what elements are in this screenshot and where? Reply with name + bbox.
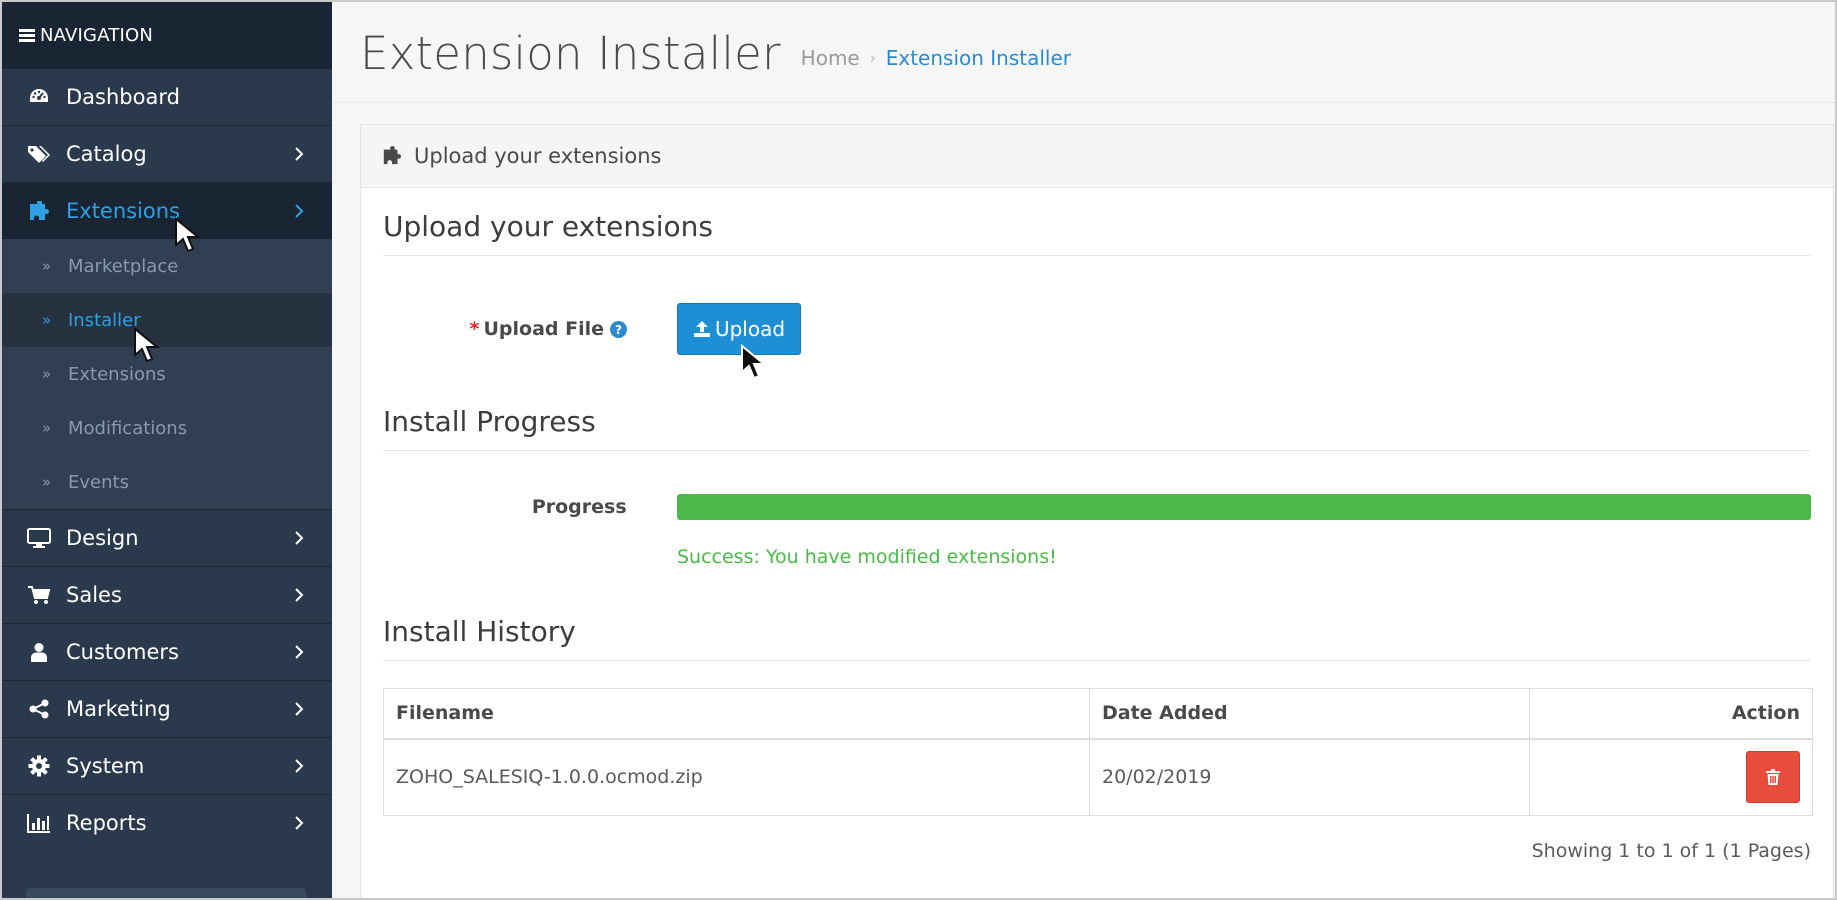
- monitor-icon: [26, 527, 52, 549]
- gear-icon: [26, 755, 52, 777]
- chevron-right-icon: [291, 701, 307, 717]
- sidebar-item-reports[interactable]: Reports: [2, 794, 332, 851]
- upload-legend: Upload your extensions: [383, 210, 1811, 256]
- chevron-right-icon: [291, 758, 307, 774]
- sidebar-subitem-label: Marketplace: [68, 255, 179, 277]
- sidebar-subitem-installer[interactable]: » Installer: [2, 293, 332, 347]
- sidebar-footer: [26, 888, 306, 898]
- progress-bar: [676, 494, 1811, 520]
- sidebar-subitem-marketplace[interactable]: » Marketplace: [2, 239, 332, 293]
- sidebar-subitem-extensions[interactable]: » Extensions: [2, 347, 332, 401]
- double-chevron-icon: »: [42, 365, 52, 383]
- sidebar-subitem-events[interactable]: » Events: [2, 455, 332, 509]
- progress-legend: Install Progress: [383, 405, 1811, 451]
- cell-date-added: 20/02/2019: [1089, 738, 1530, 816]
- double-chevron-icon: »: [42, 473, 52, 491]
- sidebar-subitem-label: Installer: [68, 309, 141, 331]
- sidebar-item-label: Marketing: [66, 697, 171, 721]
- double-chevron-icon: »: [42, 311, 52, 329]
- breadcrumb-separator: ›: [869, 49, 876, 67]
- panel-body: Upload your extensions * Upload File? Upl…: [361, 188, 1833, 862]
- sidebar-item-label: Design: [66, 526, 139, 550]
- sidebar-subitem-label: Extensions: [68, 363, 166, 385]
- nav-header[interactable]: NAVIGATION: [2, 2, 332, 68]
- sidebar-item-label: Dashboard: [66, 85, 180, 109]
- double-chevron-icon: »: [42, 257, 52, 275]
- trash-icon: [1766, 769, 1780, 786]
- history-table: Filename Date Added Action ZOHO_SALESIQ-…: [383, 688, 1813, 816]
- upload-file-label: * Upload File?: [383, 318, 633, 340]
- chevron-right-icon: [291, 587, 307, 603]
- cell-filename: ZOHO_SALESIQ-1.0.0.ocmod.zip: [383, 738, 1090, 816]
- puzzle-icon: [382, 146, 402, 166]
- cart-icon: [26, 584, 52, 606]
- chevron-right-icon: [291, 530, 307, 546]
- sidebar-item-marketing[interactable]: Marketing: [2, 680, 332, 737]
- sidebar-item-label: Extensions: [66, 199, 181, 223]
- puzzle-icon: [26, 200, 52, 222]
- user-icon: [26, 641, 52, 663]
- sidebar-item-label: Reports: [66, 811, 147, 835]
- page-header: Extension Installer Home › Extension Ins…: [332, 2, 1835, 103]
- breadcrumb: Home › Extension Installer: [801, 46, 1071, 70]
- upload-button[interactable]: Upload: [677, 303, 801, 355]
- sidebar-subitem-modifications[interactable]: » Modifications: [2, 401, 332, 455]
- sidebar-item-dashboard[interactable]: Dashboard: [2, 68, 332, 125]
- app-frame: NAVIGATION Dashboard Catalog Extensions: [0, 0, 1837, 900]
- main-content: Extension Installer Home › Extension Ins…: [332, 2, 1835, 898]
- help-icon[interactable]: ?: [610, 321, 627, 338]
- hamburger-icon: [19, 27, 35, 44]
- sidebar-item-sales[interactable]: Sales: [2, 566, 332, 623]
- sidebar-item-catalog[interactable]: Catalog: [2, 125, 332, 182]
- chevron-right-icon: [291, 815, 307, 831]
- progress-row: Progress: [383, 494, 1811, 520]
- sidebar-item-system[interactable]: System: [2, 737, 332, 794]
- upload-panel: Upload your extensions Upload your exten…: [360, 124, 1834, 898]
- column-header-action: Action: [1529, 688, 1813, 740]
- chevron-right-icon: [291, 203, 307, 219]
- sidebar-subitem-label: Modifications: [68, 417, 188, 439]
- sidebar-subitem-label: Events: [68, 471, 129, 493]
- sidebar-item-design[interactable]: Design: [2, 509, 332, 566]
- breadcrumb-current[interactable]: Extension Installer: [886, 46, 1071, 70]
- bar-chart-icon: [26, 812, 52, 834]
- extensions-submenu: » Marketplace » Installer » Extensions »…: [2, 239, 332, 509]
- sidebar-item-label: System: [66, 754, 145, 778]
- cell-action: [1529, 738, 1813, 816]
- panel-heading-title: Upload your extensions: [414, 144, 662, 168]
- upload-icon: [693, 320, 711, 338]
- tags-icon: [26, 143, 52, 165]
- panel-heading: Upload your extensions: [361, 125, 1833, 188]
- upload-file-row: * Upload File? Upload: [383, 303, 1811, 355]
- column-header-filename[interactable]: Filename: [383, 688, 1090, 740]
- sidebar-item-label: Sales: [66, 583, 122, 607]
- sidebar-item-customers[interactable]: Customers: [2, 623, 332, 680]
- upload-file-label-text: Upload File: [483, 318, 604, 340]
- chevron-right-icon: [291, 644, 307, 660]
- history-legend: Install History: [383, 615, 1811, 661]
- breadcrumb-home[interactable]: Home: [801, 46, 860, 70]
- sidebar: NAVIGATION Dashboard Catalog Extensions: [2, 2, 332, 898]
- sidebar-item-label: Catalog: [66, 142, 147, 166]
- chevron-right-icon: [291, 146, 307, 162]
- sidebar-item-extensions[interactable]: Extensions: [2, 182, 332, 239]
- sidebar-item-label: Customers: [66, 640, 179, 664]
- progress-label: Progress: [531, 496, 627, 518]
- delete-button[interactable]: [1746, 751, 1800, 804]
- column-header-date-added[interactable]: Date Added: [1089, 688, 1530, 740]
- upload-button-label: Upload: [714, 317, 786, 341]
- required-mark: *: [469, 318, 480, 340]
- double-chevron-icon: »: [42, 419, 52, 437]
- share-icon: [26, 698, 52, 720]
- pagination-text: Showing 1 to 1 of 1 (1 Pages): [1531, 840, 1811, 862]
- success-message: Success: You have modified extensions!: [677, 546, 1057, 568]
- page-title: Extension Installer: [360, 26, 781, 80]
- dashboard-icon: [26, 86, 52, 108]
- table-header-row: Filename Date Added Action: [383, 688, 1813, 740]
- table-row: ZOHO_SALESIQ-1.0.0.ocmod.zip 20/02/2019: [383, 738, 1813, 816]
- nav-header-label: NAVIGATION: [40, 24, 154, 46]
